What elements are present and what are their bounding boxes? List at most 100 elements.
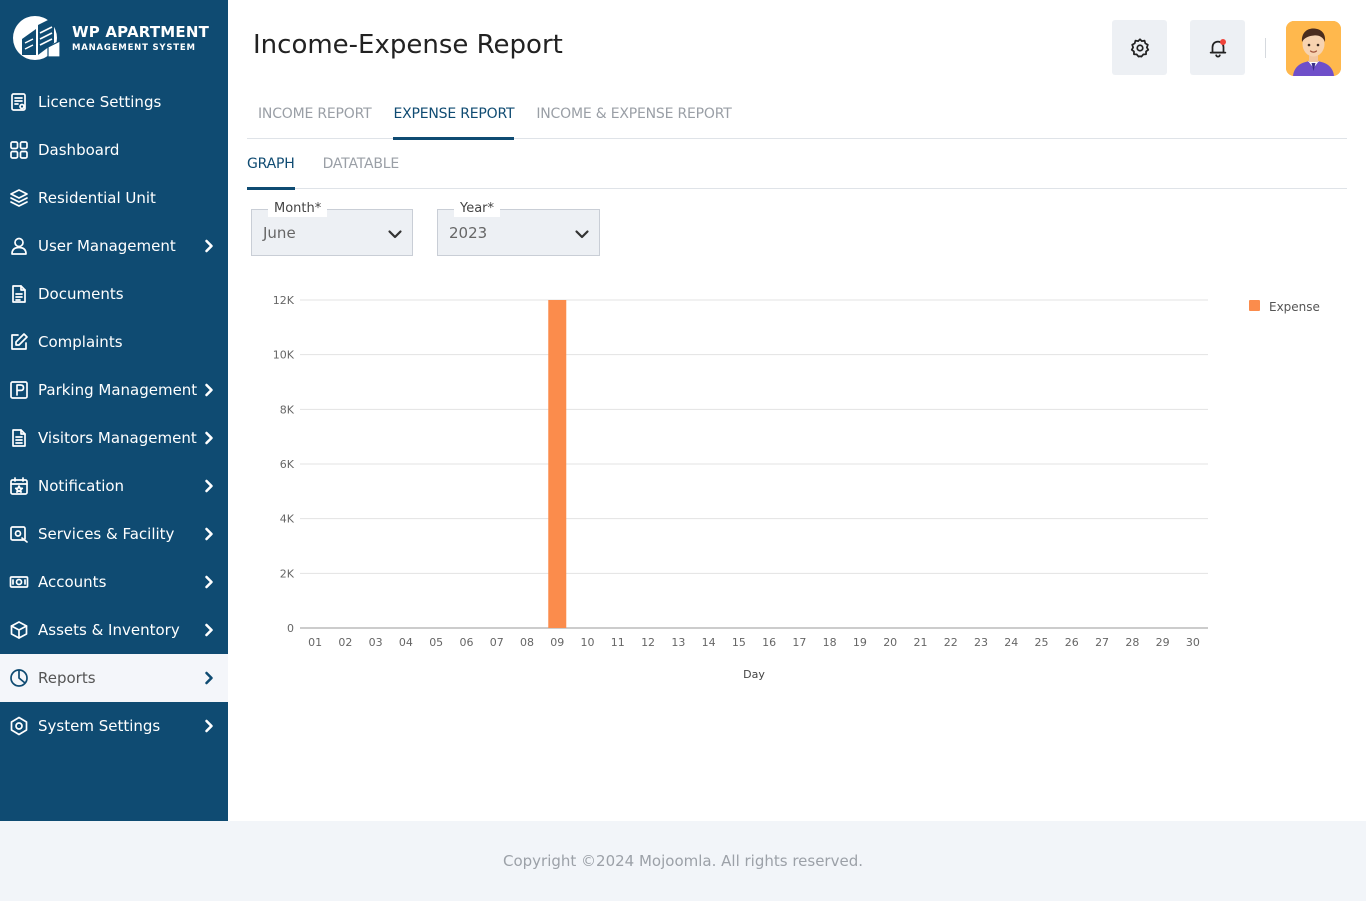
sidebar-item-label: Visitors Management	[38, 429, 197, 447]
service-icon	[8, 523, 30, 545]
parking-icon	[8, 379, 30, 401]
avatar[interactable]	[1286, 21, 1341, 76]
chevron-right-icon	[202, 575, 216, 589]
month-value: June	[263, 224, 296, 242]
x-tick-label: 06	[459, 636, 473, 649]
sidebar-item-label: Accounts	[38, 573, 107, 591]
chevron-down-icon	[387, 226, 403, 242]
sidebar-item-label: Assets & Inventory	[38, 621, 180, 639]
x-tick-label: 22	[944, 636, 958, 649]
page-title: Income-Expense Report	[253, 30, 563, 60]
x-tick-label: 05	[429, 636, 443, 649]
x-tick-label: 20	[883, 636, 897, 649]
x-tick-label: 25	[1035, 636, 1049, 649]
pie-chart-icon	[8, 667, 30, 689]
x-tick-label: 26	[1065, 636, 1079, 649]
sidebar-item-reports[interactable]: Reports	[0, 654, 228, 702]
tab-income-report[interactable]: INCOME REPORT	[247, 95, 382, 139]
x-tick-label: 01	[308, 636, 322, 649]
x-tick-label: 21	[913, 636, 927, 649]
footer: Copyright ©2024 Mojoomla. All rights res…	[0, 821, 1366, 901]
notifications-button[interactable]	[1190, 20, 1245, 75]
sidebar-item-complaints[interactable]: Complaints	[0, 318, 228, 366]
sidebar-item-user-management[interactable]: User Management	[0, 222, 228, 270]
tab-income-expense-report[interactable]: INCOME & EXPENSE REPORT	[525, 95, 742, 139]
x-tick-label: 18	[823, 636, 837, 649]
y-tick-label: 6K	[280, 458, 295, 471]
x-tick-label: 19	[853, 636, 867, 649]
sidebar-item-label: System Settings	[38, 717, 161, 735]
year-select[interactable]: Year* 2023	[437, 201, 600, 256]
x-tick-label: 29	[1156, 636, 1170, 649]
brand-title: WP APARTMENT	[72, 23, 210, 42]
sidebar-item-label: Complaints	[38, 333, 123, 351]
tab-graph[interactable]: GRAPH	[247, 146, 295, 190]
x-tick-label: 11	[611, 636, 625, 649]
x-tick-label: 04	[399, 636, 413, 649]
x-tick-label: 07	[490, 636, 504, 649]
month-label: Month*	[268, 201, 328, 217]
sidebar-item-assets-inventory[interactable]: Assets & Inventory	[0, 606, 228, 654]
y-tick-label: 12K	[273, 294, 295, 307]
year-label: Year*	[454, 201, 501, 217]
brand-subtitle: MANAGEMENT SYSTEM	[72, 43, 196, 54]
building-logo-icon	[10, 13, 70, 65]
x-tick-label: 15	[732, 636, 746, 649]
sidebar: WP APARTMENT MANAGEMENT SYSTEM Licence S…	[0, 0, 228, 821]
legend-label: Expense	[1269, 300, 1320, 314]
notification-dot	[1220, 39, 1226, 45]
tab-datatable[interactable]: DATATABLE	[323, 146, 400, 189]
sidebar-item-label: Services & Facility	[38, 525, 175, 543]
x-axis-label: Day	[743, 668, 765, 681]
sidebar-item-label: Documents	[38, 285, 124, 303]
sidebar-item-system-settings[interactable]: System Settings	[0, 702, 228, 750]
x-tick-label: 09	[550, 636, 564, 649]
tab-expense-report[interactable]: EXPENSE REPORT	[382, 95, 525, 140]
chevron-right-icon	[202, 527, 216, 541]
dashboard-grid-icon	[8, 139, 30, 161]
sidebar-item-visitors-management[interactable]: Visitors Management	[0, 414, 228, 462]
x-tick-label: 16	[762, 636, 776, 649]
legend-swatch	[1249, 300, 1260, 311]
sidebar-item-dashboard[interactable]: Dashboard	[0, 126, 228, 174]
x-tick-label: 27	[1095, 636, 1109, 649]
x-tick-label: 08	[520, 636, 534, 649]
sidebar-item-accounts[interactable]: Accounts	[0, 558, 228, 606]
chevron-right-icon	[202, 239, 216, 253]
sidebar-item-residential-unit[interactable]: Residential Unit	[0, 174, 228, 222]
sidebar-item-services-facility[interactable]: Services & Facility	[0, 510, 228, 558]
x-tick-label: 02	[338, 636, 352, 649]
gear-icon	[1129, 37, 1151, 59]
x-tick-label: 17	[792, 636, 806, 649]
document-icon	[8, 283, 30, 305]
y-tick-label: 10K	[273, 349, 295, 362]
y-tick-label: 8K	[280, 403, 295, 416]
brand[interactable]: WP APARTMENT MANAGEMENT SYSTEM	[0, 0, 228, 78]
expense-chart: 0 2K 4K 6K 8K 10K 12K 01 02 03 04 05 06 07 08 09 10 11 12 1…	[250, 280, 1350, 700]
sidebar-item-label: Residential Unit	[38, 189, 156, 207]
chevron-right-icon	[202, 719, 216, 733]
licence-icon	[8, 91, 30, 113]
x-tick-label: 12	[641, 636, 655, 649]
settings-button[interactable]	[1112, 20, 1167, 75]
sidebar-item-label: Reports	[38, 669, 96, 687]
money-icon	[8, 571, 30, 593]
sidebar-item-label: Dashboard	[38, 141, 120, 159]
sidebar-item-parking-management[interactable]: Parking Management	[0, 366, 228, 414]
expense-bar	[548, 300, 567, 628]
layers-icon	[8, 187, 30, 209]
user-icon	[8, 235, 30, 257]
settings-hex-icon	[8, 715, 30, 737]
expense-bar-chart: 0 2K 4K 6K 8K 10K 12K 01 02 03 04 05 06 07 08 09 10 11 12 1…	[273, 294, 1320, 681]
sidebar-item-label: Notification	[38, 477, 125, 495]
sidebar-item-notification[interactable]: Notification	[0, 462, 228, 510]
x-tick-label: 13	[671, 636, 685, 649]
month-select[interactable]: Month* June	[251, 201, 413, 256]
x-tick-label: 24	[1004, 636, 1018, 649]
sidebar-item-licence-settings[interactable]: Licence Settings	[0, 78, 228, 126]
chevron-right-icon	[202, 431, 216, 445]
edit-icon	[8, 331, 30, 353]
sidebar-item-label: Parking Management	[38, 381, 198, 399]
view-tabs: GRAPH DATATABLE	[247, 146, 1347, 190]
sidebar-item-documents[interactable]: Documents	[0, 270, 228, 318]
